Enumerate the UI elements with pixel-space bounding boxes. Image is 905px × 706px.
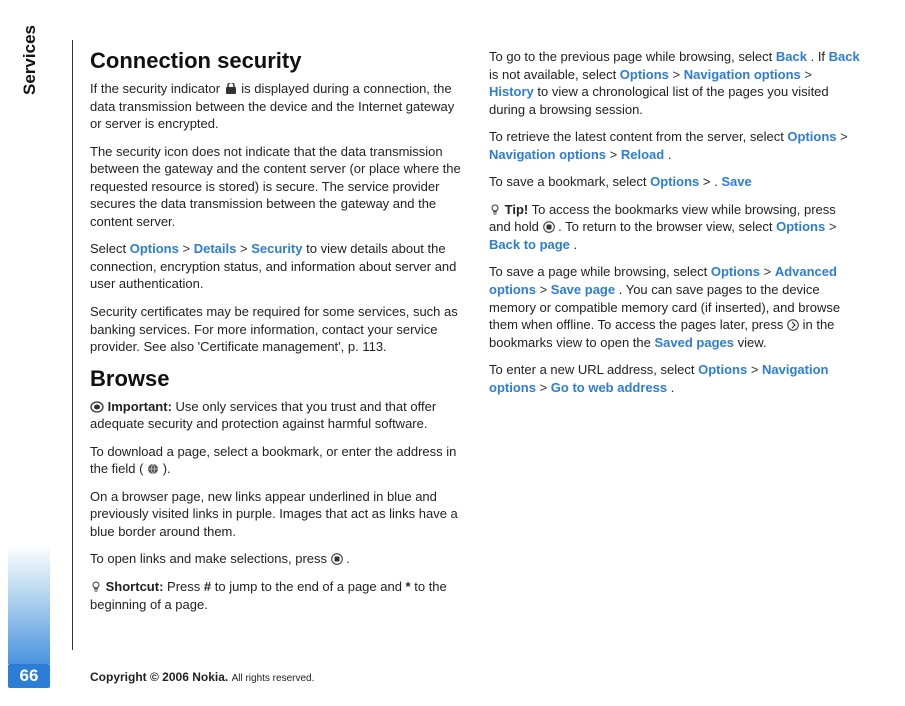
link-save-page: Save page bbox=[551, 282, 615, 297]
text: ). bbox=[163, 461, 171, 476]
page-number: 66 bbox=[8, 664, 50, 688]
globe-icon bbox=[147, 463, 159, 475]
paragraph: Select Options > Details > Security to v… bbox=[90, 240, 461, 293]
important-label: Important: bbox=[108, 399, 172, 414]
link-options: Options bbox=[698, 362, 747, 377]
paragraph: Security certificates may be required fo… bbox=[90, 303, 461, 356]
text: To save a bookmark, select bbox=[489, 174, 650, 189]
left-rail: Services 66 bbox=[0, 0, 55, 706]
page-number-fade bbox=[8, 544, 50, 664]
link-go-to-web-address: Go to web address bbox=[551, 380, 667, 395]
link-options: Options bbox=[711, 264, 760, 279]
tip-label: Tip! bbox=[505, 202, 529, 217]
link-security: Security bbox=[251, 241, 302, 256]
hash-key: # bbox=[204, 579, 211, 594]
text: To download a page, select a bookmark, o… bbox=[90, 444, 456, 477]
separator: > bbox=[751, 362, 762, 377]
scroll-right-icon bbox=[787, 319, 799, 331]
separator: > bbox=[829, 219, 837, 234]
star-key: * bbox=[406, 579, 411, 594]
link-options: Options bbox=[130, 241, 179, 256]
shortcut-label: Shortcut: bbox=[106, 579, 164, 594]
paragraph: To save a page while browsing, select Op… bbox=[489, 263, 860, 351]
footer: Copyright © 2006 Nokia. All rights reser… bbox=[90, 670, 314, 684]
separator: > bbox=[610, 147, 621, 162]
link-history: History bbox=[489, 84, 534, 99]
separator: > bbox=[540, 380, 551, 395]
important-note: Important: Use only services that you tr… bbox=[90, 398, 461, 433]
link-saved-pages: Saved pages bbox=[654, 335, 734, 350]
link-reload: Reload bbox=[621, 147, 664, 162]
important-icon bbox=[90, 401, 104, 413]
link-back-2: Back bbox=[829, 49, 860, 64]
link-navigation-options: Navigation options bbox=[684, 67, 801, 82]
text: . bbox=[574, 237, 578, 252]
link-options: Options bbox=[620, 67, 669, 82]
page-content: Connection security If the security indi… bbox=[90, 48, 860, 638]
link-details: Details bbox=[194, 241, 237, 256]
text: To go to the previous page while browsin… bbox=[489, 49, 776, 64]
tip-icon bbox=[90, 581, 102, 593]
text: . If bbox=[811, 49, 829, 64]
separator: > bbox=[804, 67, 812, 82]
text: to view a chronological list of the page… bbox=[489, 84, 829, 117]
separator: > bbox=[182, 241, 193, 256]
copyright-rights: All rights reserved. bbox=[232, 673, 315, 684]
paragraph: To download a page, select a bookmark, o… bbox=[90, 443, 461, 478]
separator: > bbox=[764, 264, 775, 279]
heading-browse: Browse bbox=[90, 366, 461, 392]
text: view. bbox=[738, 335, 767, 350]
text: To retrieve the latest content from the … bbox=[489, 129, 787, 144]
paragraph: If the security indicator is displayed d… bbox=[90, 80, 461, 133]
joystick-icon bbox=[331, 553, 343, 565]
paragraph: On a browser page, new links appear unde… bbox=[90, 488, 461, 541]
paragraph: To open links and make selections, press… bbox=[90, 550, 461, 568]
link-options: Options bbox=[787, 129, 836, 144]
tip-note: Tip! To access the bookmarks view while … bbox=[489, 201, 860, 254]
text: Select bbox=[90, 241, 130, 256]
text: . bbox=[668, 147, 672, 162]
text: is not available, select bbox=[489, 67, 620, 82]
vertical-divider bbox=[72, 40, 73, 650]
text: If the security indicator bbox=[90, 81, 224, 96]
separator: > bbox=[540, 282, 551, 297]
tip-icon bbox=[489, 204, 501, 216]
text: > . bbox=[703, 174, 718, 189]
text: To enter a new URL address, select bbox=[489, 362, 698, 377]
separator: > bbox=[240, 241, 251, 256]
paragraph: To enter a new URL address, select Optio… bbox=[489, 361, 860, 396]
shortcut-note: Shortcut: Press # to jump to the end of … bbox=[90, 578, 461, 613]
text: . bbox=[346, 551, 350, 566]
text: Press bbox=[167, 579, 204, 594]
text: to jump to the end of a page and bbox=[215, 579, 406, 594]
link-back-to-page: Back to page bbox=[489, 237, 570, 252]
text: . To return to the browser view, select bbox=[558, 219, 776, 234]
text: To save a page while browsing, select bbox=[489, 264, 711, 279]
text: To open links and make selections, press bbox=[90, 551, 331, 566]
paragraph: To retrieve the latest content from the … bbox=[489, 128, 860, 163]
paragraph: The security icon does not indicate that… bbox=[90, 143, 461, 231]
copyright-brand: Copyright © 2006 Nokia. bbox=[90, 670, 228, 684]
link-navigation-options: Navigation options bbox=[489, 147, 606, 162]
lock-icon bbox=[224, 83, 238, 95]
section-label: Services bbox=[20, 25, 40, 95]
link-save: Save bbox=[721, 174, 751, 189]
separator: > bbox=[673, 67, 684, 82]
text: . bbox=[671, 380, 675, 395]
joystick-icon bbox=[543, 221, 555, 233]
paragraph: To save a bookmark, select Options > . S… bbox=[489, 173, 860, 191]
link-options: Options bbox=[650, 174, 699, 189]
link-options: Options bbox=[776, 219, 825, 234]
heading-connection-security: Connection security bbox=[90, 48, 461, 74]
separator: > bbox=[840, 129, 848, 144]
link-back: Back bbox=[776, 49, 807, 64]
paragraph: To go to the previous page while browsin… bbox=[489, 48, 860, 118]
